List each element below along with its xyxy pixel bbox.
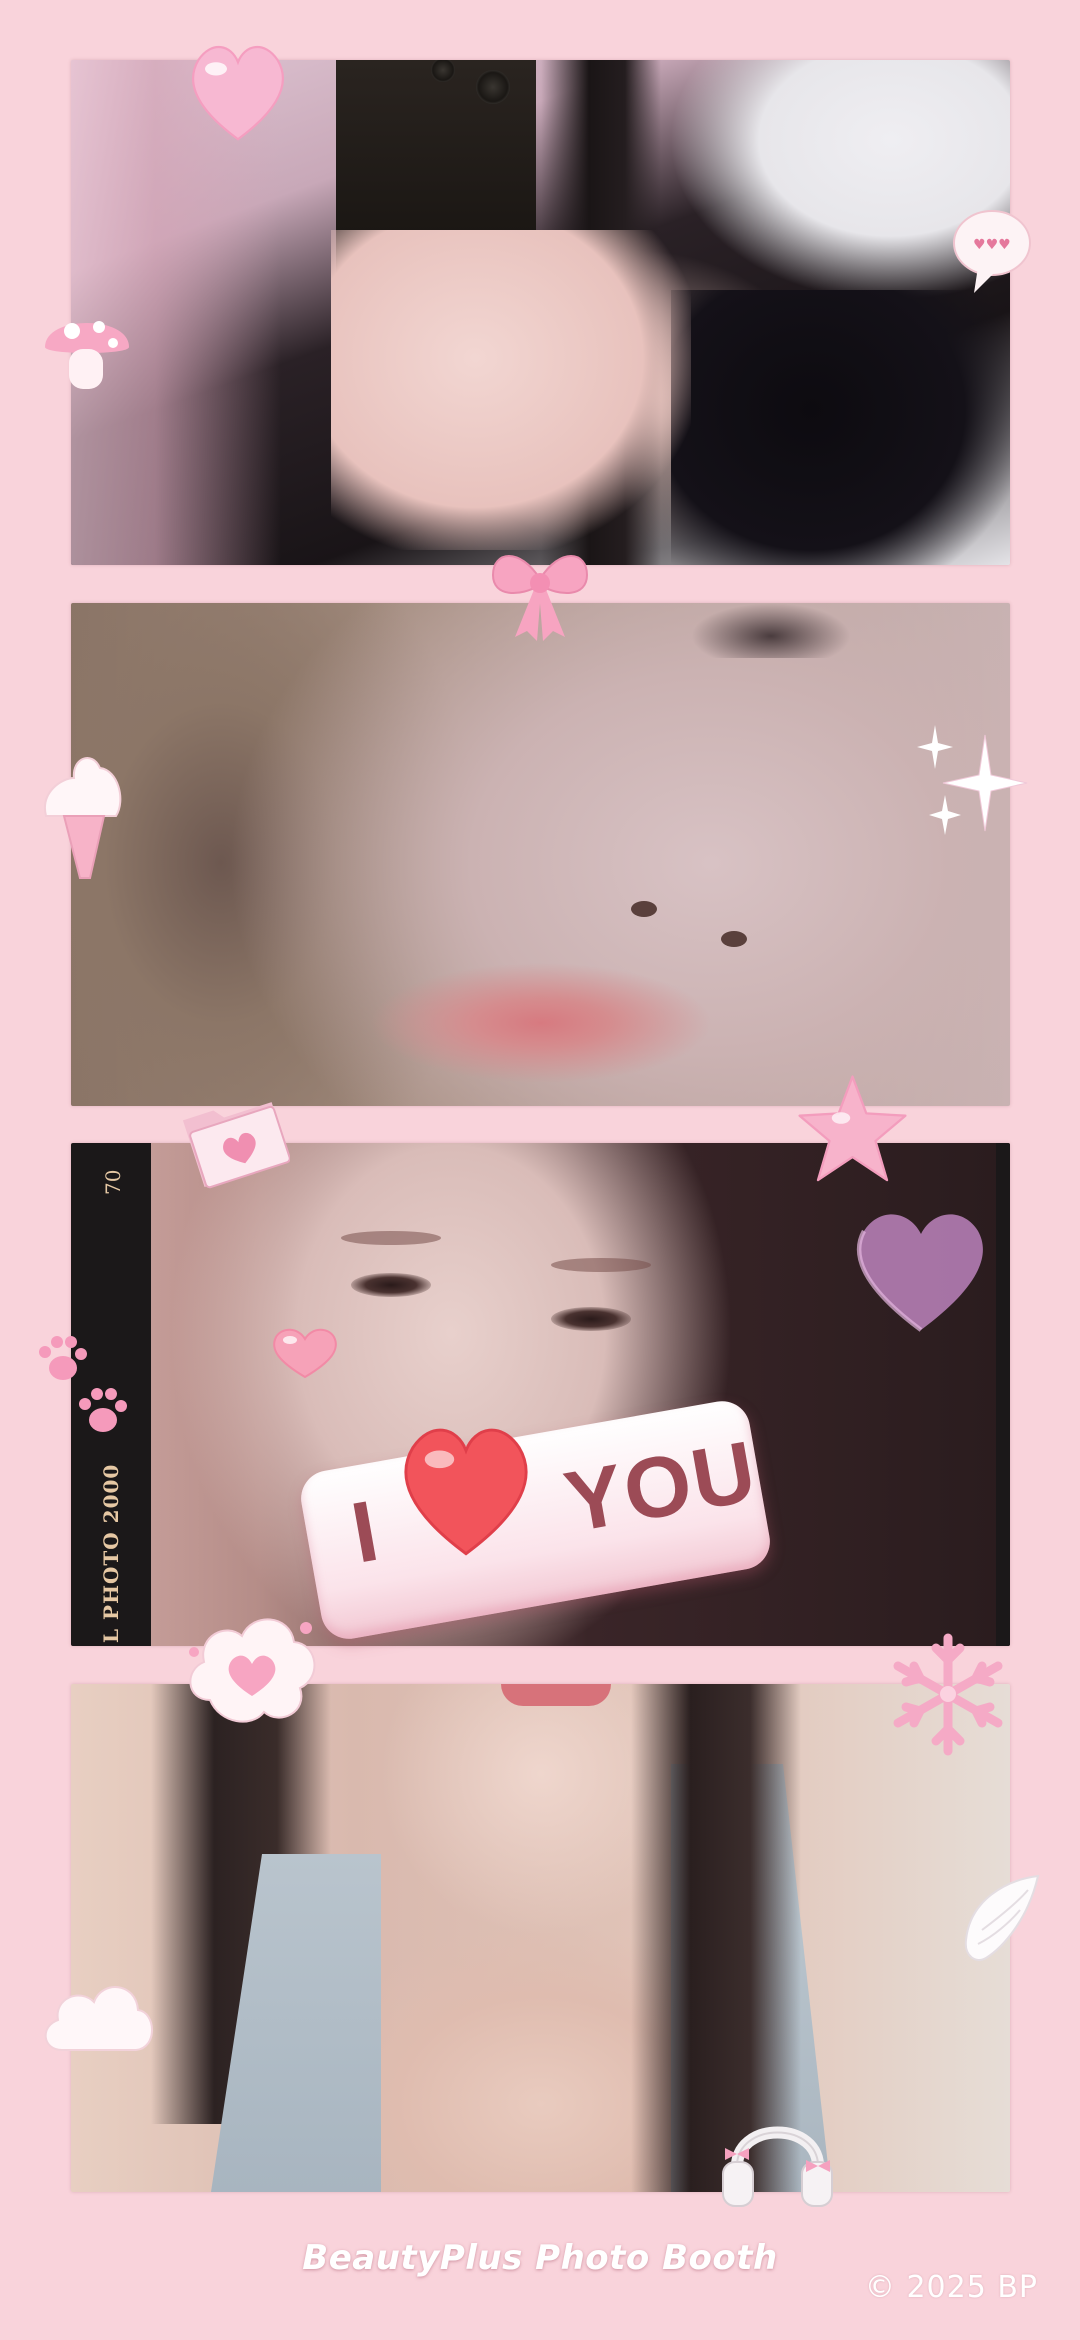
i-love-you-sticker: I YOU bbox=[296, 1393, 775, 1644]
mushroom-icon bbox=[45, 321, 129, 389]
star-icon bbox=[798, 1075, 907, 1182]
sparkles-icon bbox=[917, 725, 1028, 835]
photo-eye bbox=[351, 1273, 431, 1297]
photo-eye bbox=[691, 603, 851, 658]
camera-lens bbox=[476, 70, 510, 104]
photo-eye bbox=[551, 1307, 631, 1331]
photo-frame-2 bbox=[71, 603, 1010, 1106]
cloud-heart-icon bbox=[189, 1618, 316, 1723]
photo-hand bbox=[331, 230, 691, 550]
paw-prints-icon bbox=[39, 1336, 127, 1432]
bow-icon bbox=[491, 555, 589, 641]
headphones-icon bbox=[722, 2126, 833, 2207]
speech-bubble-hearts-icon: ♥♥♥ bbox=[953, 210, 1031, 293]
photo-lips bbox=[501, 1684, 611, 1706]
snowflake-icon bbox=[893, 1633, 1003, 1756]
red-heart-icon bbox=[404, 1428, 528, 1556]
film-brand-text: L PHOTO 2000 bbox=[99, 1463, 123, 1643]
film-frame-number: 70 bbox=[101, 1169, 125, 1195]
heart-sticker-icon bbox=[192, 46, 284, 141]
svg-text:♥♥♥: ♥♥♥ bbox=[973, 237, 1011, 253]
photo-nostril bbox=[631, 901, 657, 917]
pink-heart-icon bbox=[273, 1328, 337, 1379]
cloud-icon bbox=[44, 1986, 153, 2051]
photo-nostril bbox=[721, 931, 747, 947]
bg-purple-heart-icon bbox=[856, 1214, 983, 1332]
photo-brow bbox=[551, 1258, 651, 1272]
film-edge bbox=[996, 1143, 1010, 1646]
wing-icon bbox=[964, 1874, 1040, 1961]
photo-frame-4 bbox=[71, 1684, 1010, 2192]
ice-cream-icon bbox=[43, 756, 122, 879]
folder-heart-icon bbox=[182, 1102, 290, 1189]
photo-brow bbox=[341, 1231, 441, 1245]
photo-shirt bbox=[671, 290, 1010, 565]
copyright-text: © 2025 BP bbox=[864, 2270, 1038, 2305]
